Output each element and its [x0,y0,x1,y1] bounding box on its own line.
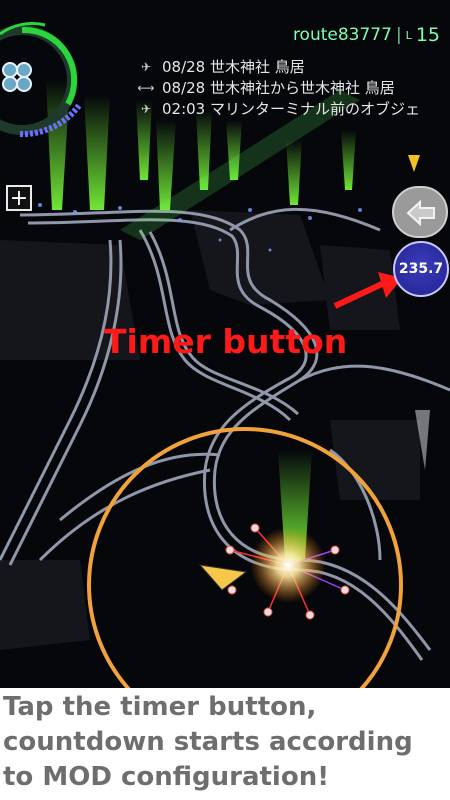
waypoint-icon [408,155,420,172]
comm-item: ⟷ 08/28 世木神社から世木神社 鳥居 [136,77,446,98]
comm-text: 08/28 世木神社 鳥居 [162,58,305,76]
timer-button[interactable]: 235.7 [393,241,449,297]
caption-line: Tap the timer button, [3,692,317,722]
comm-item: ✈ 08/28 世木神社 鳥居 [136,56,446,77]
link-icon: ⟷ [137,80,155,95]
level-prefix: L [405,28,412,42]
agent-level: 15 [415,24,440,46]
comm-feed[interactable]: ✈ 08/28 世木神社 鳥居 ⟷ 08/28 世木神社から世木神社 鳥居 ✈ … [136,56,446,119]
game-map[interactable]: route83777 | L 15 ✈ 08/28 世木神社 鳥居 ⟷ 08/2… [0,0,450,688]
expand-button[interactable]: + [6,185,32,211]
agent-info[interactable]: route83777 | L 15 [293,24,440,46]
instruction-caption: Tap the timer button, countdown starts a… [0,688,450,800]
arrow-left-icon [406,200,435,226]
xm-scanner-gauge [0,22,83,138]
comm-item: ✈ 02:03 マリンターミナル前のオブジェ [136,98,446,119]
resonator-icon: ✈ [140,101,152,116]
comm-text: 08/28 世木神社から世木神社 鳥居 [162,79,395,97]
resonator-icon: ✈ [140,59,152,74]
timer-annotation-label: Timer button [104,322,348,361]
back-button[interactable] [392,186,448,238]
portal-glow [250,527,326,603]
caption-line: countdown starts according [3,727,413,757]
player-marker [198,564,248,591]
agent-name: route83777 [292,25,392,45]
divider: | [395,25,402,45]
comm-text: 02:03 マリンターミナル前のオブジェ [162,100,420,118]
caption-line: to MOD configuration! [3,762,330,792]
